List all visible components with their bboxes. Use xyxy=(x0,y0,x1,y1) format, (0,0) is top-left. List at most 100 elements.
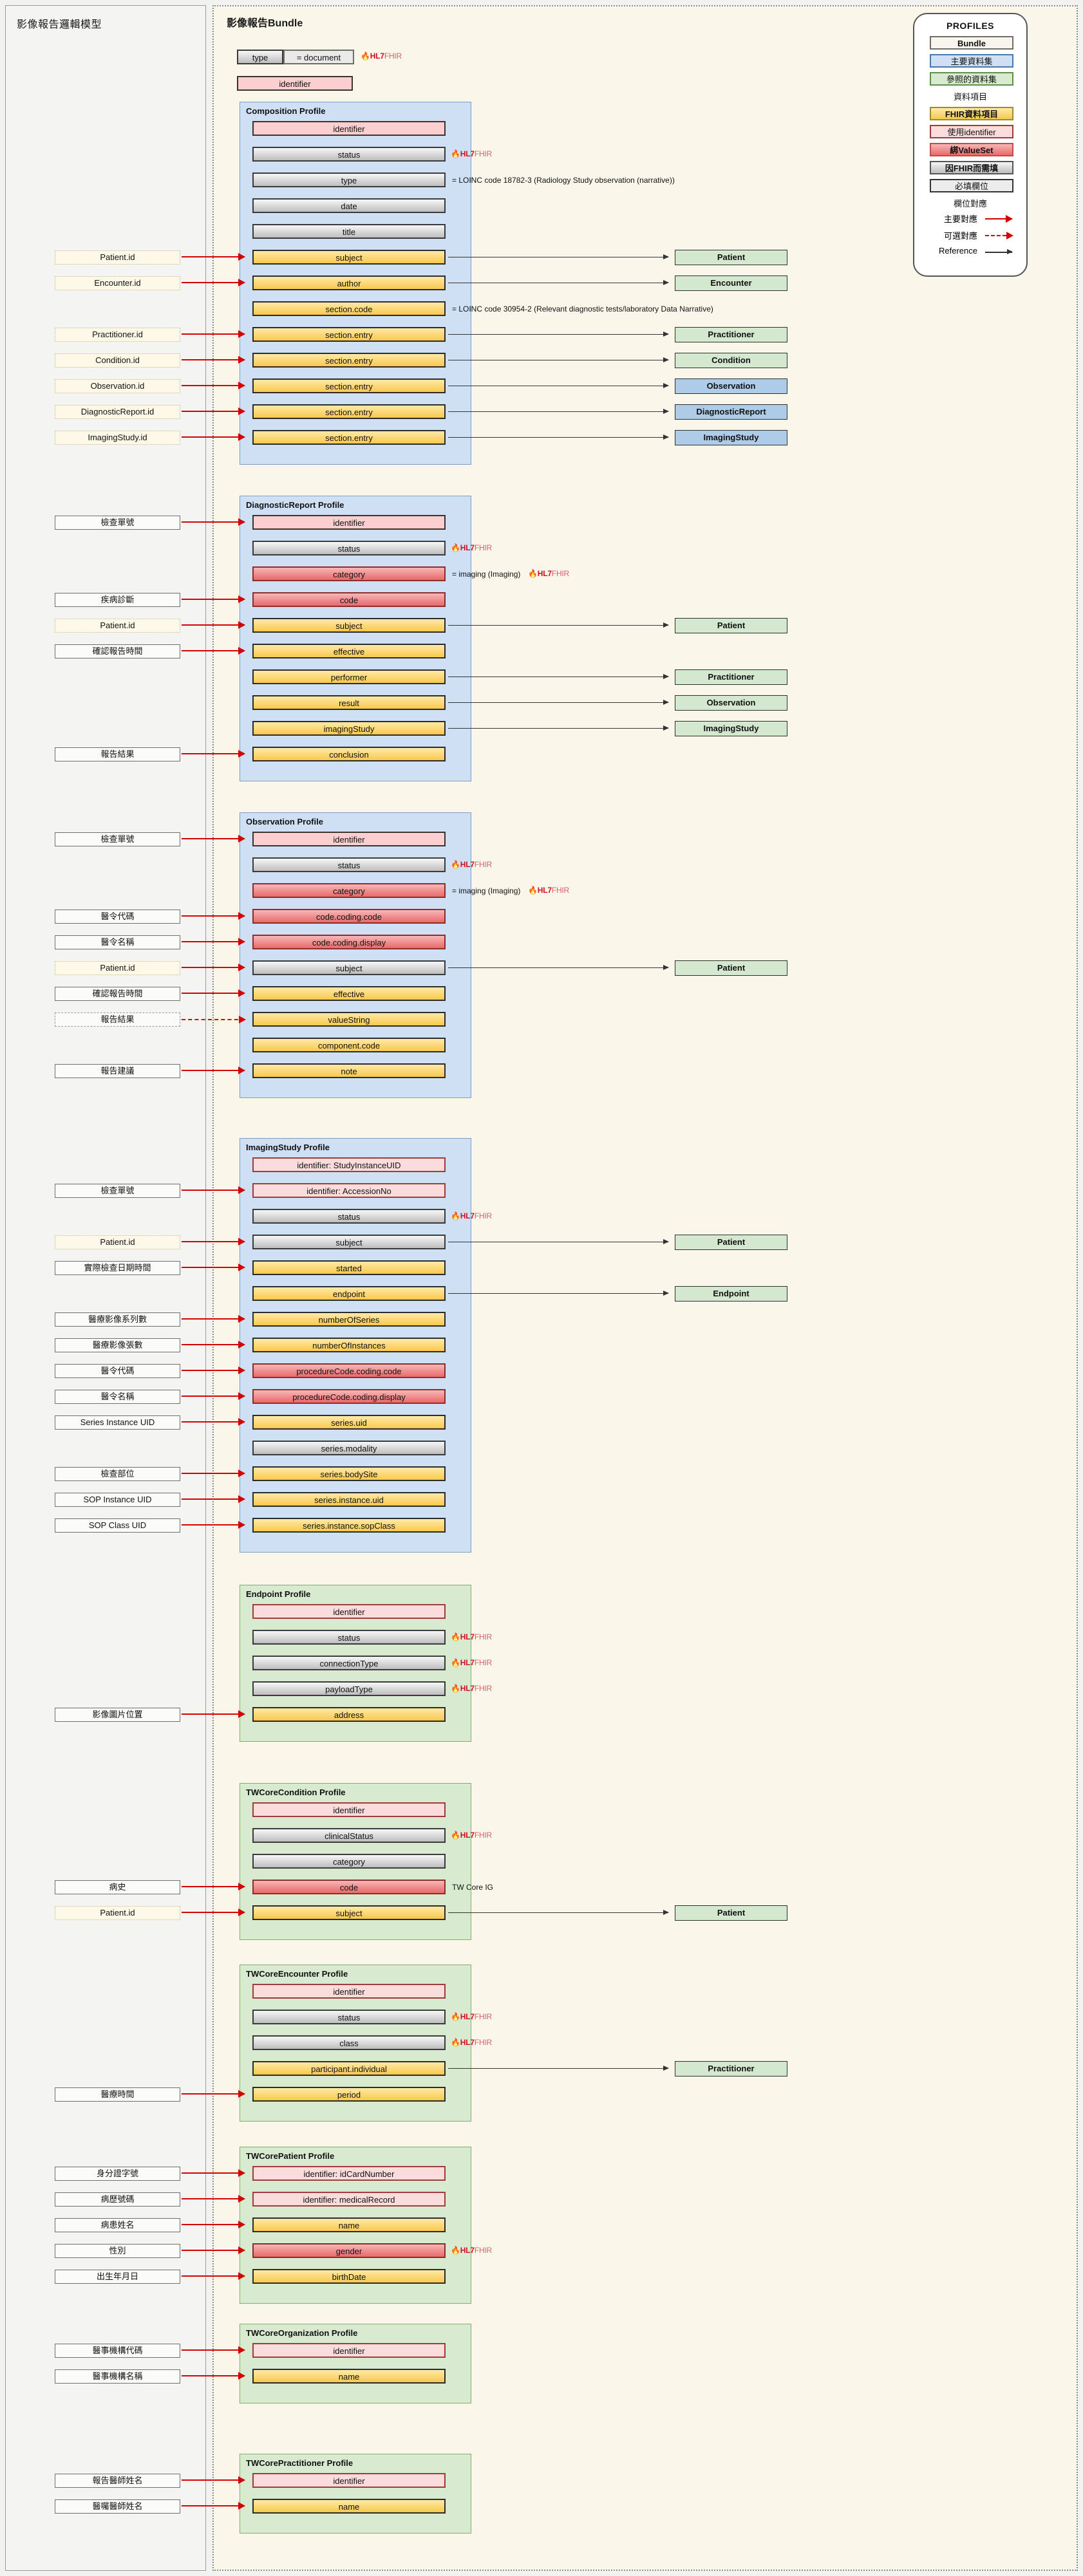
solid-black-arrow-icon xyxy=(985,249,1013,254)
field-twcorepatient-4: birthDate xyxy=(252,2269,446,2284)
source-observation-4: 醫令名稱 xyxy=(55,935,180,949)
mapping-arrow-observation-3 xyxy=(182,912,245,920)
source-twcorepatient-1: 病歷號碼 xyxy=(55,2192,180,2207)
source-imagingstudy-9: 醫令名稱 xyxy=(55,1390,180,1404)
mapping-arrow-composition-12 xyxy=(182,433,245,441)
field-composition-4: title xyxy=(252,224,446,239)
field-twcorecondition-4: subject xyxy=(252,1905,446,1920)
legend-item-bind-valueset: 綁ValueSet xyxy=(930,143,1013,156)
field-twcorepractitioner-0: identifier xyxy=(252,2473,446,2488)
mapping-arrow-imagingstudy-13 xyxy=(182,1495,245,1503)
field-observation-7: valueString xyxy=(252,1012,446,1027)
reference-composition-11: DiagnosticReport xyxy=(675,404,787,420)
source-observation-3: 醫令代碼 xyxy=(55,910,180,924)
reference-arrow-twcorecondition-4 xyxy=(448,1910,669,1915)
field-twcorepractitioner-1: name xyxy=(252,2499,446,2514)
source-twcoreorganization-0: 醫事機構代碼 xyxy=(55,2344,180,2358)
field-endpoint-1: status xyxy=(252,1630,446,1645)
profile-box-diagnosticreport xyxy=(240,496,471,781)
mapping-arrow-twcorecondition-4 xyxy=(182,1909,245,1916)
field-diagnosticreport-4: subject xyxy=(252,618,446,633)
mapping-arrow-twcorecondition-3 xyxy=(182,1883,245,1890)
field-composition-1: status xyxy=(252,147,446,162)
source-twcorecondition-3: 病史 xyxy=(55,1880,180,1894)
mapping-arrow-twcorepatient-2 xyxy=(182,2221,245,2228)
legend-title: PROFILES xyxy=(946,21,994,31)
legend-item-required-field: 必填欄位 xyxy=(930,179,1013,192)
source-imagingstudy-13: SOP Instance UID xyxy=(55,1493,180,1507)
field-composition-5: subject xyxy=(252,250,446,265)
reference-composition-8: Practitioner xyxy=(675,327,787,342)
field-diagnosticreport-5: effective xyxy=(252,644,446,658)
field-twcorecondition-2: category xyxy=(252,1854,446,1869)
field-twcorepatient-2: name xyxy=(252,2217,446,2232)
source-twcorepatient-3: 性別 xyxy=(55,2244,180,2258)
reference-twcoreencounter-3: Practitioner xyxy=(675,2061,787,2077)
field-imagingstudy-0: identifier: StudyInstanceUID xyxy=(252,1157,446,1172)
source-composition-9: Condition.id xyxy=(55,353,180,368)
legend-item-uses-identifier: 使用identifier xyxy=(930,125,1013,138)
reference-arrow-composition-8 xyxy=(448,331,669,337)
field-imagingstudy-2: status xyxy=(252,1209,446,1224)
field-observation-2: category xyxy=(252,883,446,898)
source-imagingstudy-10: Series Instance UID xyxy=(55,1415,180,1430)
solid-red-arrow-icon xyxy=(985,215,1013,223)
mapping-arrow-imagingstudy-6 xyxy=(182,1315,245,1323)
mapping-arrow-composition-9 xyxy=(182,356,245,364)
field-endpoint-3: payloadType xyxy=(252,1681,446,1696)
field-twcoreorganization-1: name xyxy=(252,2369,446,2384)
field-diagnosticreport-3: code xyxy=(252,592,446,607)
field-imagingstudy-10: series.uid xyxy=(252,1415,446,1430)
reference-composition-10: Observation xyxy=(675,378,787,394)
bundle-identifier-field: identifier xyxy=(237,76,353,91)
legend-arrow-reference: Reference xyxy=(923,246,1020,259)
field-imagingstudy-11: series.modality xyxy=(252,1441,446,1455)
field-imagingstudy-8: procedureCode.coding.code xyxy=(252,1363,446,1378)
source-composition-11: DiagnosticReport.id xyxy=(55,405,180,419)
field-composition-2: type xyxy=(252,173,446,187)
legend-arrow-reference-label: Reference xyxy=(939,246,977,256)
mapping-arrow-twcorepatient-4 xyxy=(182,2272,245,2280)
source-composition-6: Encounter.id xyxy=(55,276,180,290)
source-endpoint-4: 影像圖片位置 xyxy=(55,1708,180,1722)
mapping-arrow-imagingstudy-8 xyxy=(182,1367,245,1374)
field-twcorepatient-3: gender xyxy=(252,2243,446,2258)
note-observation-2: = imaging (Imaging) xyxy=(452,886,521,895)
note-diagnosticreport-2: = imaging (Imaging) xyxy=(452,570,521,579)
source-twcorepractitioner-0: 報告醫師姓名 xyxy=(55,2474,180,2488)
field-imagingstudy-13: series.instance.uid xyxy=(252,1492,446,1507)
mapping-arrow-observation-5 xyxy=(182,964,245,971)
field-diagnosticreport-7: result xyxy=(252,695,446,710)
field-imagingstudy-14: series.instance.sopClass xyxy=(252,1518,446,1533)
reference-composition-12: ImagingStudy xyxy=(675,430,787,445)
source-imagingstudy-3: Patient.id xyxy=(55,1235,180,1249)
legend-item-data-item: 資料項目 xyxy=(953,92,987,102)
field-imagingstudy-9: procedureCode.coding.display xyxy=(252,1389,446,1404)
note-composition-7: = LOINC code 30954-2 (Relevant diagnosti… xyxy=(452,304,713,313)
note-twcorecondition-3: TW Core IG xyxy=(452,1883,494,1892)
bundle-type-field: type xyxy=(237,50,283,64)
legend-item-fhir-data-item: FHIR資料項目 xyxy=(930,107,1013,120)
field-observation-6: effective xyxy=(252,986,446,1001)
field-imagingstudy-7: numberOfInstances xyxy=(252,1338,446,1352)
field-twcoreorganization-0: identifier xyxy=(252,2343,446,2358)
mapping-arrow-composition-11 xyxy=(182,407,245,415)
source-observation-0: 檢查單號 xyxy=(55,832,180,846)
field-endpoint-0: identifier xyxy=(252,1604,446,1619)
field-composition-6: author xyxy=(252,275,446,290)
field-composition-11: section.entry xyxy=(252,404,446,419)
dashed-red-arrow-icon xyxy=(985,232,1013,239)
reference-composition-6: Encounter xyxy=(675,275,787,291)
mapping-arrow-observation-0 xyxy=(182,835,245,843)
mapping-arrow-diagnosticreport-9 xyxy=(182,750,245,758)
field-diagnosticreport-0: identifier xyxy=(252,515,446,530)
reference-arrow-composition-11 xyxy=(448,409,669,414)
bundle-type-value: = document xyxy=(283,50,354,64)
profile-title-twcoreorganization: TWCoreOrganization Profile xyxy=(246,2328,358,2338)
field-observation-4: code.coding.display xyxy=(252,935,446,949)
field-twcorecondition-0: identifier xyxy=(252,1802,446,1817)
reference-diagnosticreport-6: Practitioner xyxy=(675,669,787,685)
profile-title-observation: Observation Profile xyxy=(246,817,323,826)
field-twcoreencounter-0: identifier xyxy=(252,1984,446,1999)
legend-item-field-mapping: 欄位對應 xyxy=(953,199,987,209)
